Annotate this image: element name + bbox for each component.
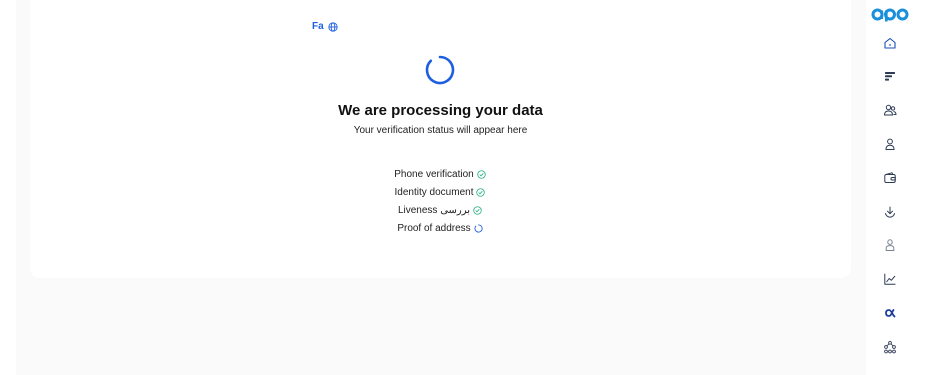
- step-liveness: Liveness بررسی: [340, 201, 540, 219]
- loading-spinner-icon: [425, 55, 455, 85]
- step-identity-document: Identity document: [340, 183, 540, 201]
- brand-logo: [871, 8, 909, 22]
- check-circle-icon: [473, 205, 482, 215]
- user-outline-icon: [885, 239, 895, 251]
- step-proof-of-address: Proof of address: [340, 219, 540, 237]
- lines-icon: [885, 72, 895, 81]
- sidebar-item-profile[interactable]: [881, 135, 899, 153]
- sidebar-item-analytics[interactable]: [881, 270, 899, 288]
- sidebar-item-alpha[interactable]: [881, 304, 899, 322]
- step-label: Proof of address: [397, 222, 471, 234]
- download-icon: [885, 206, 895, 218]
- step-label: Identity document: [394, 186, 474, 198]
- sidebar-item-network[interactable]: [881, 338, 899, 356]
- wallet-icon: [884, 172, 896, 183]
- sidebar-item-wallet[interactable]: [881, 169, 899, 187]
- user-icon: [885, 138, 895, 150]
- sidebar: [866, 0, 939, 375]
- sidebar-item-users[interactable]: [881, 101, 899, 119]
- network-icon: [884, 340, 896, 354]
- step-label: Phone verification: [394, 168, 474, 180]
- spinner-icon: [474, 223, 483, 232]
- page-title: We are processing your data: [338, 102, 543, 119]
- step-phone-verification: Phone verification: [340, 165, 540, 183]
- users-icon: [883, 104, 897, 116]
- page-subtitle: Your verification status will appear her…: [353, 125, 528, 136]
- alpha-icon: [885, 309, 896, 318]
- language-switcher[interactable]: Fa: [312, 21, 338, 32]
- sidebar-item-home[interactable]: [881, 34, 899, 52]
- sidebar-item-download[interactable]: [881, 203, 899, 221]
- check-circle-icon: [476, 187, 486, 197]
- step-label: Liveness بررسی: [397, 204, 471, 216]
- chart-icon: [884, 273, 896, 285]
- home-icon: [884, 37, 896, 49]
- sidebar-item-lines[interactable]: [881, 67, 899, 85]
- check-circle-icon: [477, 169, 486, 179]
- verification-steps: Phone verification Identity document Liv…: [340, 165, 540, 237]
- globe-icon: [328, 21, 338, 32]
- language-label: Fa: [312, 21, 324, 32]
- sidebar-item-account[interactable]: [881, 236, 899, 254]
